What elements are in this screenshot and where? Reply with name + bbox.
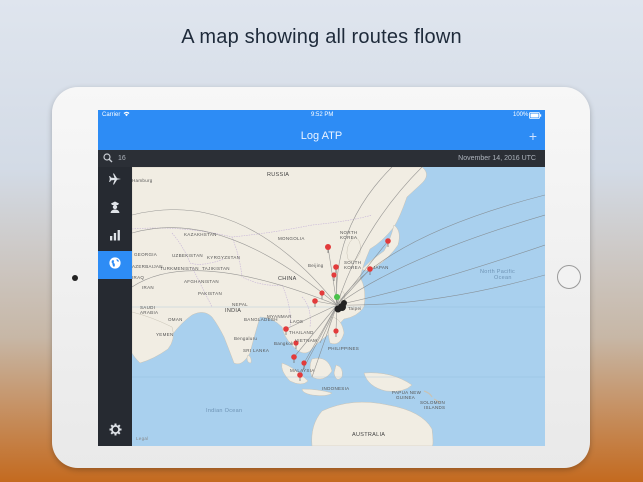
label-china: CHINA <box>278 276 297 282</box>
label-russia: RUSSIA <box>267 172 290 178</box>
battery-icon <box>529 112 542 121</box>
australia-landmass <box>311 401 434 446</box>
sri-lanka-landmass <box>246 354 252 364</box>
app-screen: Carrier 9:52 PM 100% Log ATP + 16 Novemb… <box>98 110 545 446</box>
front-camera <box>72 275 78 281</box>
gear-icon <box>109 423 122 441</box>
sidebar-item-flights[interactable] <box>98 167 132 195</box>
pilot-icon <box>108 200 122 219</box>
label-kyrgyzstan: KYRGYZSTAN <box>207 255 241 260</box>
label-japan: JAPAN <box>373 265 389 270</box>
label-south-korea-2: KOREA <box>344 265 362 270</box>
label-bengaluru: Bengaluru <box>234 336 258 341</box>
label-tajikistan: TAJIKISTAN <box>202 266 230 271</box>
label-bangkok: Bangkok <box>274 341 294 346</box>
label-mongolia: MONGOLIA <box>278 236 305 241</box>
label-north-korea-2: KOREA <box>340 235 358 240</box>
label-arabia: ARABIA <box>140 310 159 315</box>
label-beijing: Beijing <box>308 263 324 268</box>
bar-chart-icon <box>108 228 122 247</box>
label-laos: LAOS <box>290 319 304 324</box>
label-indian-ocean: Indian Ocean <box>206 408 243 414</box>
label-islands: ISLANDS <box>424 405 446 410</box>
status-bar: Carrier 9:52 PM 100% <box>98 110 545 122</box>
nav-title: Log ATP <box>300 130 343 142</box>
label-india: INDIA <box>225 308 242 314</box>
new-guinea-landmass <box>363 372 413 392</box>
label-philippines: PHILIPPINES <box>328 346 360 351</box>
label-turkmenistan: TURKMENISTAN <box>160 266 199 271</box>
pin-seoul <box>367 266 373 275</box>
label-indonesia: INDONESIA <box>322 386 350 391</box>
label-iran: IRAN <box>142 285 154 290</box>
search-bar[interactable]: 16 November 14, 2016 UTC <box>98 150 545 167</box>
search-input[interactable]: 16 <box>118 155 126 162</box>
status-time: 9:52 PM <box>311 112 334 118</box>
sidebar-item-stats[interactable] <box>98 223 132 251</box>
globe-icon <box>108 256 122 275</box>
home-button[interactable] <box>557 265 581 289</box>
label-ocean: Ocean <box>494 275 512 281</box>
wifi-icon <box>123 111 130 119</box>
search-icon[interactable] <box>103 153 113 165</box>
sidebar-item-crew[interactable] <box>98 195 132 223</box>
add-icon[interactable]: + <box>529 128 537 144</box>
legal-link[interactable]: Legal <box>136 436 149 441</box>
label-thailand: THAILAND <box>289 330 314 335</box>
label-australia: AUSTRALIA <box>352 432 386 438</box>
sidebar-item-map[interactable] <box>98 251 132 279</box>
label-hamburg: Hamburg <box>132 178 153 183</box>
label-sri-lanka: SRI LANKA <box>243 348 270 353</box>
date-label: November 14, 2016 UTC <box>458 155 536 162</box>
battery-percent: 100% <box>513 112 529 118</box>
carrier-label: Carrier <box>102 112 121 118</box>
label-azerbaijan: AZERBAIJAN <box>132 264 163 269</box>
label-oman: OMAN <box>168 317 183 322</box>
label-myanmar: MYANMAR <box>267 314 292 319</box>
sidebar-item-settings[interactable] <box>98 418 132 446</box>
label-vietnam: VIETNAM <box>295 338 318 343</box>
map-canvas <box>132 167 545 446</box>
label-yemen: YEMEN <box>156 332 174 337</box>
routes-map[interactable]: RUSSIA Hamburg KAZAKHSTAN MONGOLIA GEORG… <box>132 167 545 446</box>
label-georgia: GEORGIA <box>134 252 158 257</box>
navigation-bar: Log ATP + <box>98 122 545 150</box>
label-guinea: GUINEA <box>396 395 416 400</box>
label-uzbekistan: UZBEKISTAN <box>172 253 203 258</box>
label-malaysia: MALAYSIA <box>290 368 315 373</box>
label-taipei: Taipei <box>348 306 362 311</box>
label-iraq: IRAQ <box>132 275 145 280</box>
airplane-icon <box>108 172 122 191</box>
label-kazakhstan: KAZAKHSTAN <box>184 232 217 237</box>
label-afghanistan: AFGHANISTAN <box>184 279 219 284</box>
label-pakistan: PAKISTAN <box>198 291 222 296</box>
page-caption: A map showing all routes flown <box>181 26 462 48</box>
label-nepal: NEPAL <box>232 302 248 307</box>
sidebar <box>98 167 132 446</box>
pin-kuala-lumpur <box>291 354 297 363</box>
